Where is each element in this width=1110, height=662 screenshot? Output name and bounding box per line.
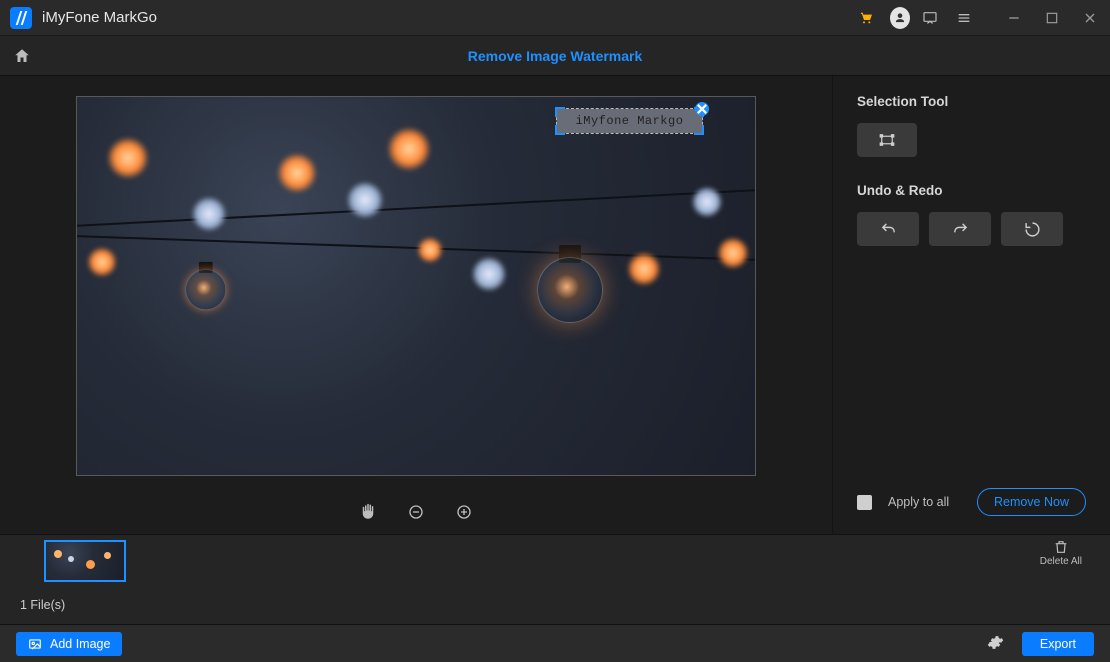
thumbnail-item[interactable] [44,540,126,582]
thumbnail-strip: Delete All [0,534,1110,586]
photo-decoration [717,237,749,269]
remove-now-button[interactable]: Remove Now [977,488,1086,516]
cart-icon[interactable] [856,8,876,28]
tab-bar: Remove Image Watermark [0,36,1110,76]
photo-decoration [387,127,431,171]
title-bar: iMyFone MarkGo [0,0,1110,36]
photo-decoration [537,245,607,323]
zoom-in-button[interactable] [453,501,475,523]
reset-button[interactable] [1001,212,1063,246]
feedback-icon[interactable] [920,8,940,28]
file-count-bar: 1 File(s) [0,586,1110,624]
canvas-toolbar [0,490,832,534]
export-button[interactable]: Export [1022,632,1094,656]
app-logo [10,7,32,29]
zoom-out-button[interactable] [405,501,427,523]
photo-decoration [472,257,506,291]
apply-to-all-label: Apply to all [888,495,949,509]
maximize-icon[interactable] [1042,8,1062,28]
watermark-selection[interactable]: iMyfone Markgo [557,109,702,133]
account-icon[interactable] [890,8,910,28]
selection-tool-label: Selection Tool [857,94,1086,109]
canvas-area: iMyfone Markgo [0,76,832,534]
right-sidebar: Selection Tool Undo & Redo Apply to all … [832,76,1110,534]
delete-all-button[interactable]: Delete All [1040,539,1082,567]
selection-handle-br[interactable] [694,125,704,135]
redo-button[interactable] [929,212,991,246]
selection-handle-bl[interactable] [555,125,565,135]
selection-close-button[interactable] [695,102,709,116]
photo-decoration [417,237,443,263]
app-title: iMyFone MarkGo [42,9,157,26]
home-button[interactable] [0,47,44,65]
file-count-label: 1 File(s) [20,598,65,612]
photo-decoration [347,182,383,218]
photo-decoration [277,153,317,193]
undo-button[interactable] [857,212,919,246]
close-icon[interactable] [1080,8,1100,28]
photo-decoration [192,197,226,231]
menu-icon[interactable] [954,8,974,28]
photo-decoration [627,252,661,286]
pan-tool-button[interactable] [357,501,379,523]
rectangle-select-button[interactable] [857,123,917,157]
settings-button[interactable] [987,634,1004,654]
photo-decoration [692,187,722,217]
delete-all-label: Delete All [1040,556,1082,567]
apply-to-all-checkbox[interactable] [857,495,872,510]
photo-decoration [87,247,117,277]
bottom-bar: Add Image Export [0,624,1110,662]
watermark-text: iMyfone Markgo [576,114,684,128]
active-tab-title: Remove Image Watermark [0,48,1110,64]
selection-handle-tl[interactable] [555,107,565,117]
add-image-label: Add Image [50,637,110,651]
undo-redo-label: Undo & Redo [857,183,1086,198]
main-area: iMyfone Markgo [0,76,1110,534]
add-image-button[interactable]: Add Image [16,632,122,656]
photo-decoration [185,262,228,310]
minimize-icon[interactable] [1004,8,1024,28]
image-canvas[interactable]: iMyfone Markgo [76,96,756,476]
photo-decoration [76,188,756,228]
photo-decoration [107,137,149,179]
